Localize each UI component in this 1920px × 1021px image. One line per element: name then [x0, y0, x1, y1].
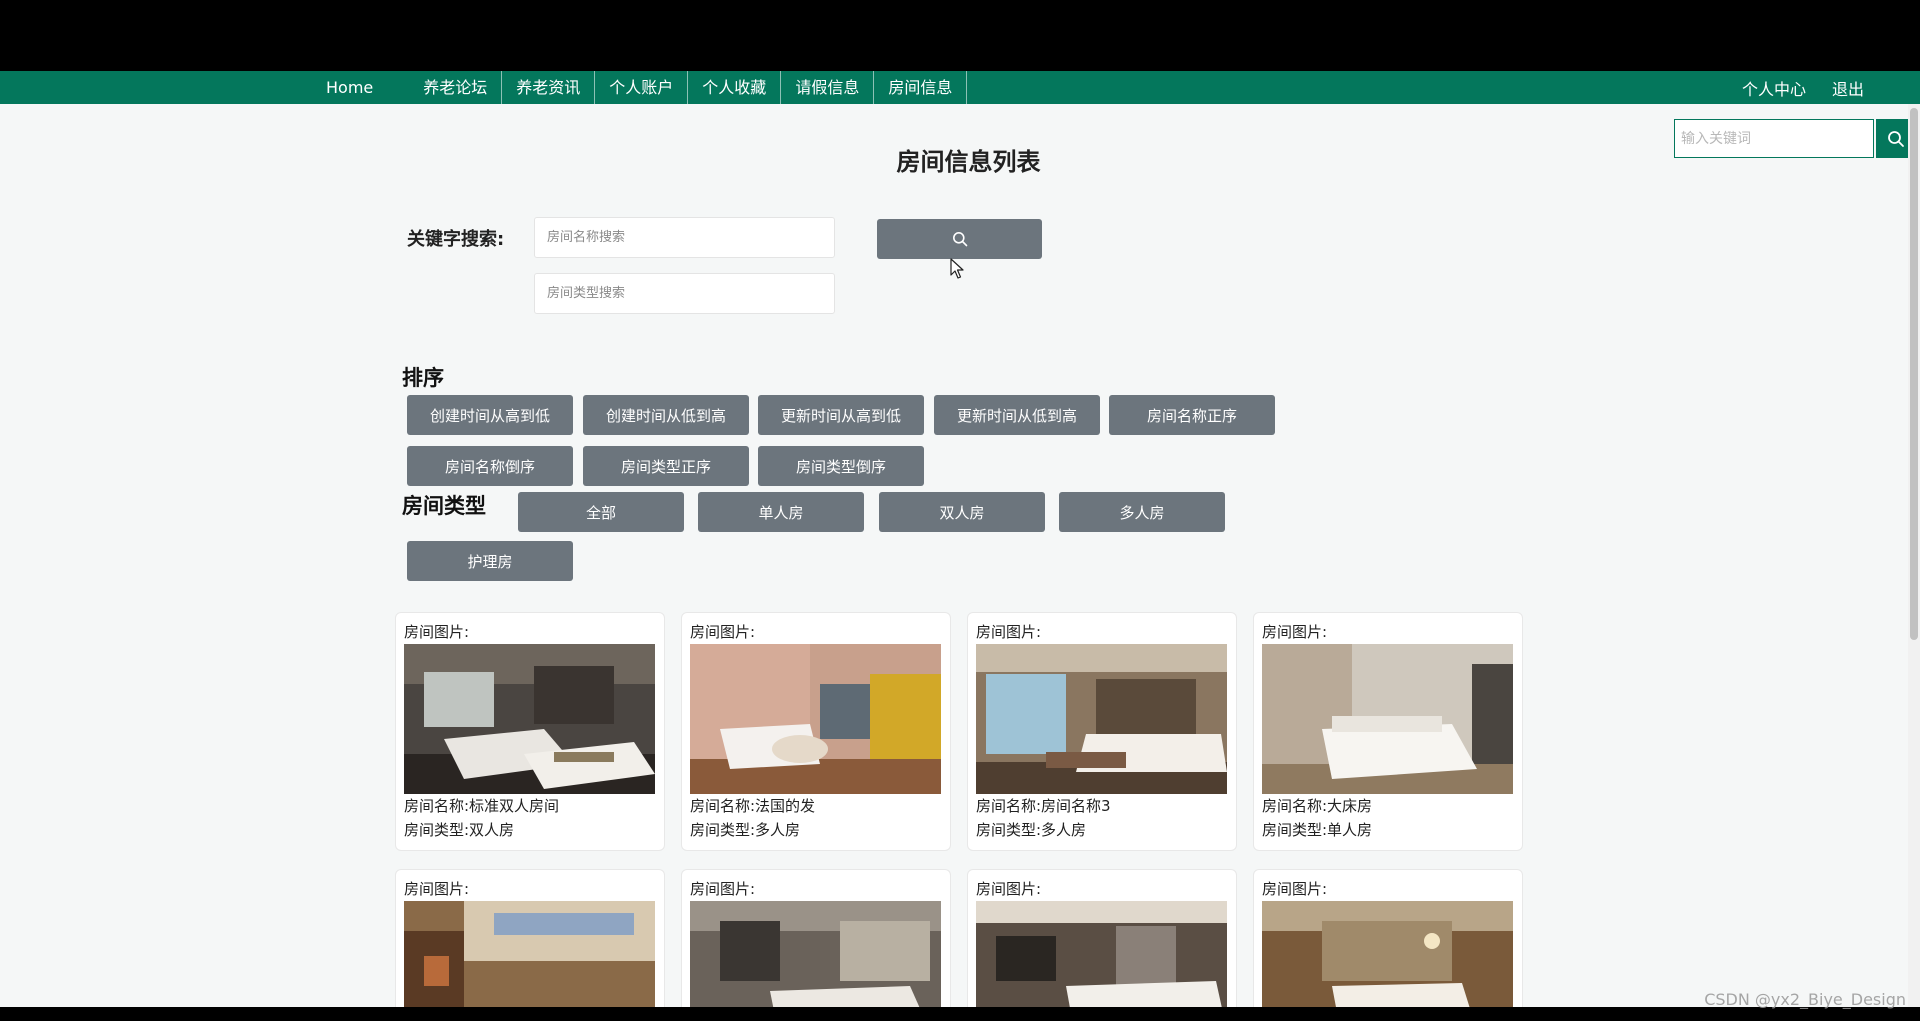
- room-photo: [404, 901, 655, 1007]
- room-card[interactable]: 房间图片:: [395, 869, 665, 1007]
- room-image-label: 房间图片:: [1262, 623, 1328, 641]
- nav-item-account[interactable]: 个人账户: [595, 71, 689, 104]
- room-name: 房间名称:法国的发: [690, 797, 816, 815]
- room-type: 房间类型:多人房: [690, 821, 801, 839]
- room-photo: [404, 644, 655, 794]
- room-type-multi-button[interactable]: 多人房: [1059, 492, 1225, 532]
- nav-item-rooms[interactable]: 房间信息: [874, 71, 968, 104]
- room-type-double-button[interactable]: 双人房: [879, 492, 1045, 532]
- room-type-single-button[interactable]: 单人房: [698, 492, 864, 532]
- room-image-label: 房间图片:: [404, 880, 470, 898]
- top-black-bar: [0, 0, 1920, 71]
- bottom-black-bar: [0, 1007, 1920, 1021]
- page-title: 房间信息列表: [896, 148, 1041, 176]
- room-image-label: 房间图片:: [404, 623, 470, 641]
- nav-user-menu: 个人中心 退出: [1742, 71, 1864, 104]
- nav-item-favorites[interactable]: 个人收藏: [688, 71, 782, 104]
- room-card[interactable]: 房间图片: 房间名称:大床房 房间类型:单人房: [1253, 612, 1523, 851]
- sort-created-desc-button[interactable]: 创建时间从高到低: [407, 395, 573, 435]
- room-name-search-input[interactable]: [534, 217, 835, 258]
- watermark: CSDN @yx2_Biye_Design: [1704, 990, 1906, 1009]
- nav-menu: Home 养老论坛 养老资讯 个人账户 个人收藏 请假信息 房间信息: [310, 71, 968, 104]
- room-photo: [690, 644, 941, 794]
- scrollbar-track[interactable]: [1908, 104, 1920, 1007]
- room-image-label: 房间图片:: [1262, 880, 1328, 898]
- room-photo: [690, 901, 941, 1007]
- room-card[interactable]: 房间图片: 房间名称:房间名称3 房间类型:多人房: [967, 612, 1237, 851]
- page-content: 房间信息列表 关键字搜索: 排序 创建时间从高到低 创建时间从低到高 更新时间从…: [0, 104, 1920, 1007]
- nav-item-news[interactable]: 养老资讯: [502, 71, 596, 104]
- room-photo: [1262, 644, 1513, 794]
- top-navbar: Home 养老论坛 养老资讯 个人账户 个人收藏 请假信息 房间信息 个人中心 …: [0, 71, 1920, 104]
- nav-personal-center[interactable]: 个人中心: [1742, 76, 1806, 100]
- room-image-label: 房间图片:: [690, 623, 756, 641]
- room-type-all-button[interactable]: 全部: [518, 492, 684, 532]
- search-icon: [952, 232, 967, 247]
- nav-item-forum[interactable]: 养老论坛: [409, 71, 503, 104]
- room-card[interactable]: 房间图片:: [681, 869, 951, 1007]
- room-photo: [976, 901, 1227, 1007]
- sort-updated-asc-button[interactable]: 更新时间从低到高: [934, 395, 1100, 435]
- sort-type-desc-button[interactable]: 房间类型倒序: [758, 446, 924, 486]
- room-card[interactable]: 房间图片: 房间名称:标准双人房间 房间类型:双人房: [395, 612, 665, 851]
- search-button[interactable]: [877, 219, 1042, 259]
- sort-type-asc-button[interactable]: 房间类型正序: [583, 446, 749, 486]
- mouse-cursor-icon: [950, 258, 964, 279]
- room-photo: [976, 644, 1227, 794]
- room-image-label: 房间图片:: [690, 880, 756, 898]
- sort-updated-desc-button[interactable]: 更新时间从高到低: [758, 395, 924, 435]
- sort-label: 排序: [402, 366, 444, 390]
- room-name: 房间名称:房间名称3: [976, 797, 1111, 815]
- nav-item-leave[interactable]: 请假信息: [781, 71, 875, 104]
- nav-logout[interactable]: 退出: [1832, 76, 1864, 100]
- room-type-search-input[interactable]: [534, 273, 835, 314]
- room-type: 房间类型:双人房: [404, 821, 515, 839]
- sort-name-asc-button[interactable]: 房间名称正序: [1109, 395, 1275, 435]
- room-type-label: 房间类型: [402, 494, 486, 518]
- room-name: 房间名称:大床房: [1262, 797, 1373, 815]
- room-image-label: 房间图片:: [976, 623, 1042, 641]
- room-name: 房间名称:标准双人房间: [404, 797, 560, 815]
- scrollbar-thumb[interactable]: [1910, 108, 1918, 640]
- room-card[interactable]: 房间图片:: [1253, 869, 1523, 1007]
- nav-home[interactable]: Home: [310, 71, 409, 104]
- room-photo: [1262, 901, 1513, 1007]
- keyword-search-label: 关键字搜索:: [407, 229, 505, 250]
- room-image-label: 房间图片:: [976, 880, 1042, 898]
- room-card[interactable]: 房间图片: 房间名称:法国的发 房间类型:多人房: [681, 612, 951, 851]
- sort-created-asc-button[interactable]: 创建时间从低到高: [583, 395, 749, 435]
- sort-name-desc-button[interactable]: 房间名称倒序: [407, 446, 573, 486]
- room-card[interactable]: 房间图片:: [967, 869, 1237, 1007]
- room-type: 房间类型:多人房: [976, 821, 1087, 839]
- room-type-nursing-button[interactable]: 护理房: [407, 541, 573, 581]
- room-type: 房间类型:单人房: [1262, 821, 1373, 839]
